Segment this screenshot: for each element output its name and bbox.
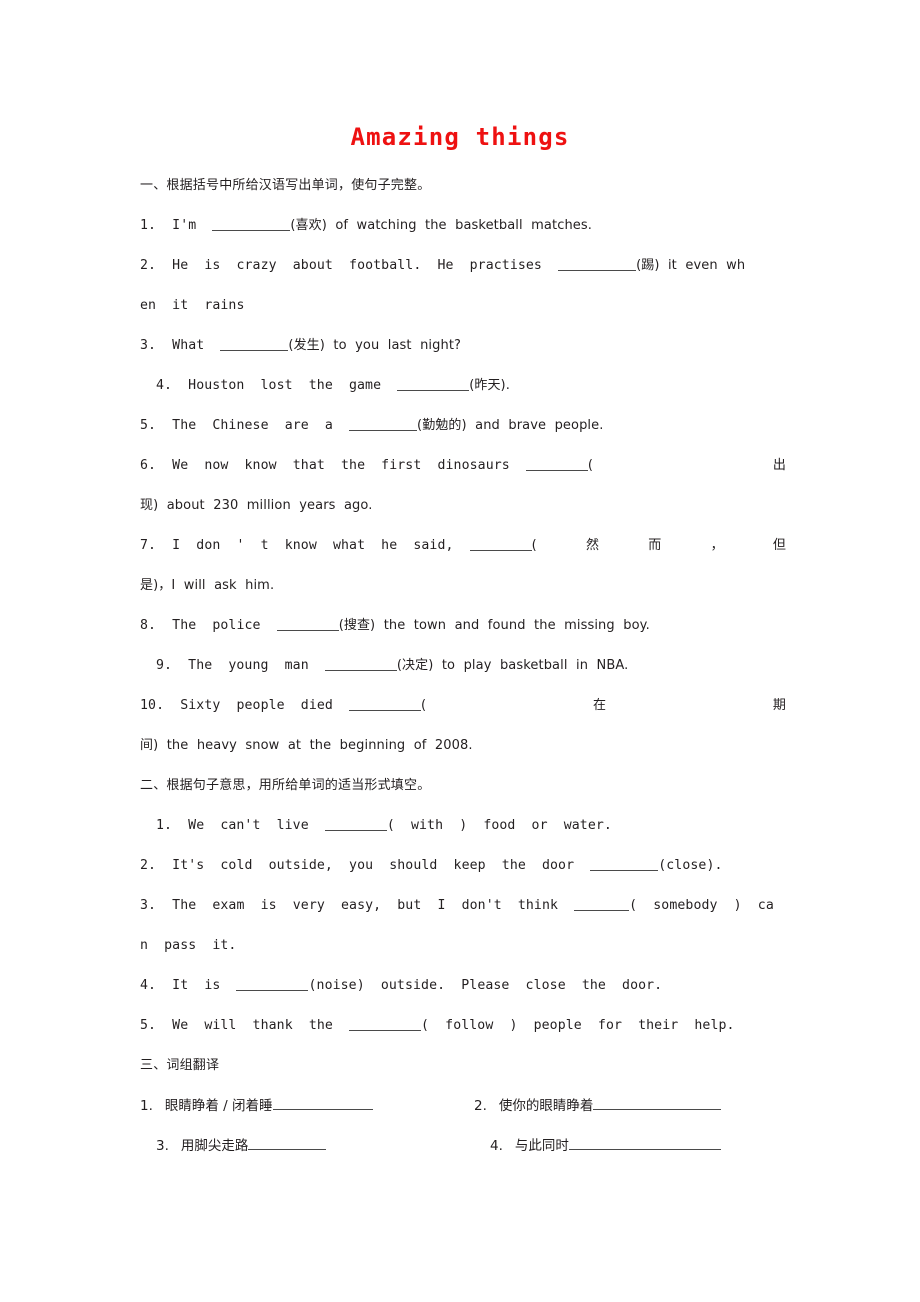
question-text: 3. The exam is very easy, but I don't th… — [140, 898, 575, 913]
phrase-number: 4. — [490, 1138, 503, 1154]
phrase-text: 眼睛睁着 / 闭着睡 — [164, 1098, 273, 1114]
phrase-text: 与此同时 — [514, 1138, 569, 1154]
question-hint: (决定) to play basketball in NBA. — [396, 658, 629, 673]
question-item: 8. The police (搜查) the town and found th… — [140, 606, 786, 646]
question-text: 8. The police — [140, 618, 277, 633]
answer-blank[interactable] — [212, 217, 291, 231]
answer-blank[interactable] — [276, 617, 339, 631]
question-item: 4. Houston lost the game (昨天). — [140, 366, 786, 406]
question-text: 10. Sixty people died ( — [140, 697, 427, 713]
answer-blank[interactable] — [590, 857, 659, 871]
question-hint-part: 在 — [592, 698, 607, 713]
question-hint: ( with ) food or water. — [386, 818, 612, 833]
phrase-text: 用脚尖走路 — [180, 1138, 249, 1154]
question-hint: ( follow ) people for their help. — [421, 1018, 735, 1033]
question-text: 1. We can't live — [156, 818, 325, 833]
section-heading-1: 一、根据括号中所给汉语写出单词，使句子完整。 — [140, 178, 431, 193]
question-hint-tail: 期 — [772, 698, 786, 713]
question-hint: (close). — [658, 858, 723, 873]
question-item: 7. I don ' t know what he said, ( 然 而 ， 但 — [140, 526, 786, 566]
phrase-row: 1. 眼睛睁着 / 闭着睡 2. 使你的眼睛睁着 — [140, 1086, 786, 1126]
question-continuation: 间) the heavy snow at the beginning of 20… — [140, 738, 473, 753]
question-item: 1. I'm (喜欢) of watching the basketball m… — [140, 206, 786, 246]
question-continuation: 是)，I will ask him. — [140, 578, 275, 593]
answer-blank[interactable] — [397, 377, 470, 391]
question-text: 9. The young man — [156, 658, 325, 673]
question-text: 4. It is — [140, 978, 237, 993]
phrase-item: 1. 眼睛睁着 / 闭着睡 — [140, 1086, 474, 1126]
worksheet-content: 一、根据括号中所给汉语写出单词，使句子完整。 1. I'm (喜欢) of wa… — [140, 166, 786, 1166]
question-text: 5. The Chinese are a — [140, 418, 350, 433]
question-hint: (勤勉的) and brave people. — [417, 418, 604, 433]
answer-blank[interactable] — [574, 897, 630, 911]
question-hint: (昨天). — [469, 378, 510, 393]
phrase-item: 3. 用脚尖走路 — [156, 1126, 490, 1166]
question-item: 2. It's cold outside, you should keep th… — [140, 846, 786, 886]
phrase-answer-blank[interactable] — [568, 1136, 721, 1150]
question-text: 4. Houston lost the game — [156, 378, 398, 393]
question-item: 1. We can't live ( with ) food or water. — [140, 806, 786, 846]
section-heading-2: 二、根据句子意思，用所给单词的适当形式填空。 — [140, 778, 431, 793]
question-hint-part: 而 — [648, 538, 662, 553]
answer-blank[interactable] — [324, 657, 397, 671]
phrase-answer-blank[interactable] — [272, 1096, 373, 1110]
answer-blank[interactable] — [469, 537, 532, 551]
question-continuation: 现) about 230 million years ago. — [140, 498, 373, 513]
question-item: 4. It is (noise) outside. Please close t… — [140, 966, 786, 1006]
question-text: 3. What — [140, 338, 221, 353]
answer-blank[interactable] — [236, 977, 309, 991]
question-hint: ( somebody ) ca — [629, 898, 774, 913]
section-heading-3: 三、词组翻译 — [140, 1058, 220, 1073]
question-hint-tail: 但 — [772, 538, 786, 553]
question-text: 6. We now know that the first dinosaurs … — [140, 457, 594, 473]
question-item: 3. The exam is very easy, but I don't th… — [140, 886, 786, 926]
question-hint: (发生) to you last night? — [288, 338, 462, 353]
question-text: 2. He is crazy about football. He practi… — [140, 258, 559, 273]
question-continuation: en it rains — [140, 298, 245, 313]
question-continuation: n pass it. — [140, 938, 237, 953]
question-text: 7. I don ' t know what he said, ( — [140, 537, 537, 553]
question-text: 5. We will thank the — [140, 1018, 350, 1033]
question-item: 10. Sixty people died ( 在 期 — [140, 686, 786, 726]
answer-blank[interactable] — [349, 1017, 422, 1031]
phrase-item: 4. 与此同时 — [490, 1126, 721, 1166]
answer-blank[interactable] — [525, 457, 588, 471]
question-hint: (喜欢) of watching the basketball matches. — [290, 218, 592, 233]
phrase-number: 3. — [156, 1138, 169, 1154]
question-hint-part: ， — [710, 538, 724, 553]
question-text: 2. It's cold outside, you should keep th… — [140, 858, 591, 873]
question-hint: (noise) outside. Please close the door. — [308, 978, 663, 993]
question-text: 1. I'm — [140, 218, 213, 233]
page-title: Amazing things — [350, 123, 570, 151]
answer-blank[interactable] — [349, 417, 418, 431]
question-hint: (搜查) the town and found the missing boy. — [338, 618, 650, 633]
question-hint-part: 然 — [585, 538, 600, 553]
phrase-text: 使你的眼睛睁着 — [498, 1098, 594, 1114]
phrase-number: 1. — [140, 1098, 153, 1114]
worksheet-page: Amazing things 一、根据括号中所给汉语写出单词，使句子完整。 1.… — [0, 0, 920, 1302]
question-hint-tail: 出 — [772, 458, 786, 473]
answer-blank[interactable] — [349, 697, 422, 711]
question-item: 5. We will thank the ( follow ) people f… — [140, 1006, 786, 1046]
phrase-row: 3. 用脚尖走路 4. 与此同时 — [140, 1126, 786, 1166]
question-item: 2. He is crazy about football. He practi… — [140, 246, 786, 286]
phrase-answer-blank[interactable] — [248, 1136, 327, 1150]
answer-blank[interactable] — [324, 817, 387, 831]
question-item: 9. The young man (决定) to play basketball… — [140, 646, 786, 686]
question-item: 3. What (发生) to you last night? — [140, 326, 786, 366]
question-item: 5. The Chinese are a (勤勉的) and brave peo… — [140, 406, 786, 446]
phrase-item: 2. 使你的眼睛睁着 — [474, 1086, 722, 1126]
phrase-answer-blank[interactable] — [593, 1096, 722, 1110]
question-item: 6. We now know that the first dinosaurs … — [140, 446, 786, 486]
phrase-number: 2. — [474, 1098, 487, 1114]
answer-blank[interactable] — [220, 337, 289, 351]
answer-blank[interactable] — [558, 257, 637, 271]
question-hint: (踢) it even wh — [636, 258, 746, 273]
